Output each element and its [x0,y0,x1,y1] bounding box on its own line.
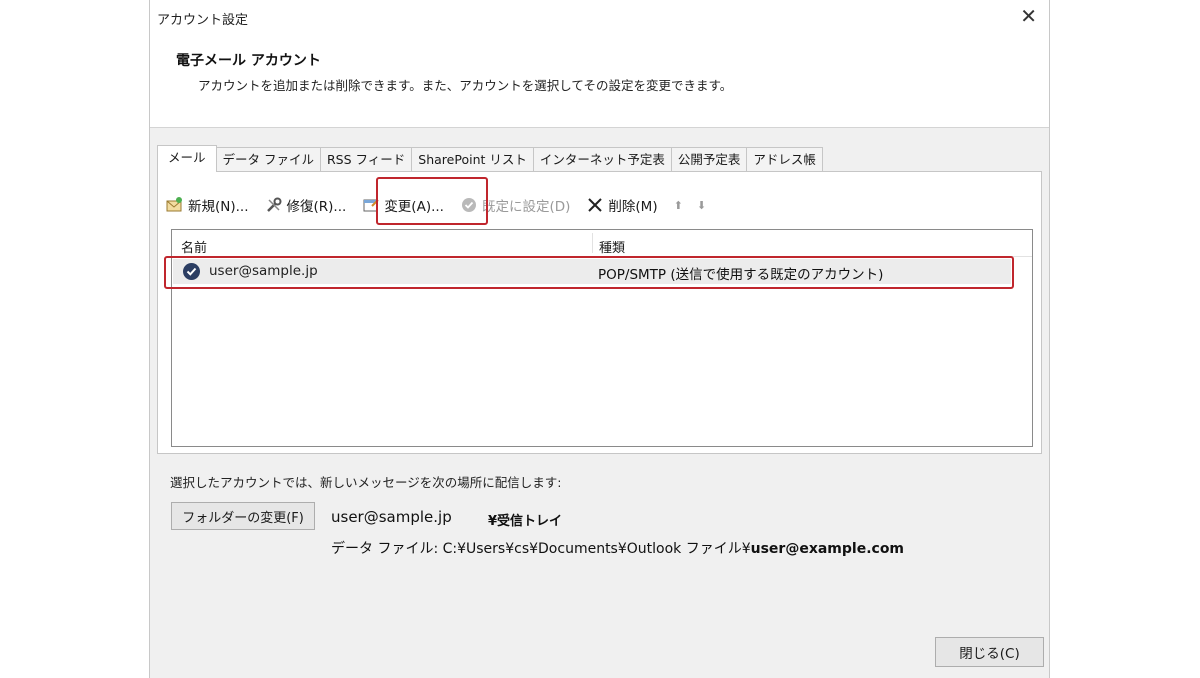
tab-address-books[interactable]: アドレス帳 [746,147,823,171]
account-row-highlight [164,256,1014,289]
tab-rss-feeds[interactable]: RSS フィード [320,147,413,171]
set-default-button-label: 既定に設定(D) [481,199,571,215]
tab-sharepoint-lists[interactable]: SharePoint リスト [411,147,534,171]
delivery-folder: ¥受信トレイ [488,514,563,529]
tab-bar: メール データ ファイル RSS フィード SharePoint リスト インタ… [157,145,823,172]
tab-data-files[interactable]: データ ファイル [215,147,321,171]
move-up-icon[interactable]: ⬆ [674,199,683,212]
account-settings-dialog: アカウント設定 ✕ 電子メール アカウント アカウントを追加または削除できます。… [149,0,1050,678]
delete-x-icon [586,196,604,214]
delete-button[interactable]: 削除(M) [586,195,658,215]
column-header-type[interactable]: 種類 [599,237,625,256]
repair-button[interactable]: 修復(R)... [265,195,347,215]
page-heading: 電子メール アカウント [176,53,321,69]
close-icon[interactable]: ✕ [1020,4,1037,28]
column-divider [592,233,593,253]
data-file-path: データ ファイル: C:¥Users¥cs¥Documents¥Outlook … [331,538,904,558]
move-down-icon[interactable]: ⬇ [697,199,706,212]
delivery-account: user@sample.jp [331,508,452,526]
delivery-note: 選択したアカウントでは、新しいメッセージを次の場所に配信します: [170,475,562,490]
delete-button-label: 削除(M) [608,199,658,215]
dialog-header: アカウント設定 ✕ 電子メール アカウント アカウントを追加または削除できます。… [150,0,1049,128]
close-button[interactable]: 閉じる(C) [935,637,1044,667]
change-button-highlight [376,177,488,225]
tab-mail[interactable]: メール [157,145,217,172]
list-header: 名前 種類 [172,230,1032,257]
tab-internet-calendars[interactable]: インターネット予定表 [532,147,672,171]
new-button[interactable]: 新規(N)... [166,195,249,215]
page-description: アカウントを追加または削除できます。また、アカウントを選択してその設定を変更でき… [198,78,733,93]
data-file-prefix: データ ファイル: C:¥Users¥cs¥Documents¥Outlook … [331,541,751,557]
data-file-name: user@example.com [750,541,905,557]
new-button-label: 新規(N)... [188,199,249,215]
window-title: アカウント設定 [157,13,249,28]
change-folder-button[interactable]: フォルダーの変更(F) [171,502,315,530]
column-header-name[interactable]: 名前 [181,237,207,256]
tab-published-calendars[interactable]: 公開予定表 [670,147,748,171]
repair-tools-icon [265,196,283,214]
repair-button-label: 修復(R)... [286,199,347,215]
new-account-icon [166,196,184,214]
